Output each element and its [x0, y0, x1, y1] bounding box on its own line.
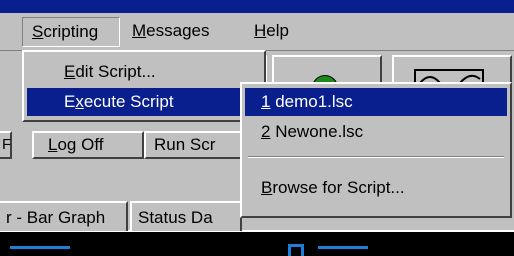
- browse-mnemonic: B: [261, 178, 273, 197]
- newone-label: Newone.lsc: [270, 122, 364, 141]
- menu-messages-mnemonic: M: [132, 21, 147, 40]
- display-glyph-fragment: [10, 246, 70, 255]
- log-off-button[interactable]: Log Off: [32, 131, 144, 159]
- submenu-item-browse[interactable]: Browse for Script...: [242, 174, 510, 202]
- execute-script-submenu: 1 demo1.lsc 2 Newone.lsc Browse for Scri…: [240, 82, 512, 218]
- run-script-button[interactable]: Run Scr: [144, 131, 254, 159]
- menu-scripting[interactable]: Scripting: [22, 17, 120, 47]
- menu-scripting-label: cripting: [43, 22, 99, 41]
- menu-help-mnemonic: H: [254, 21, 267, 40]
- tab-status-data-label: Status Da: [138, 208, 213, 227]
- submenu-item-demo1[interactable]: 1 demo1.lsc: [245, 88, 507, 116]
- browse-label: rowse for Script...: [272, 178, 405, 197]
- menu-item-edit-script[interactable]: Edit Script...: [24, 58, 264, 86]
- menu-bar: Scripting Messages Help: [0, 13, 514, 51]
- menu-messages[interactable]: Messages: [132, 17, 210, 47]
- demo1-label: demo1.lsc: [270, 92, 353, 111]
- tab-bar-graph[interactable]: r - Bar Graph: [0, 201, 128, 231]
- execute-script-pre: E: [64, 92, 76, 111]
- toolbar-button-partial[interactable]: F: [0, 131, 12, 159]
- menu-help[interactable]: Help: [254, 17, 289, 47]
- menu-help-label: elp: [266, 21, 289, 40]
- scripting-menu: Edit Script... Execute Script ▶: [22, 50, 266, 122]
- submenu-item-newone[interactable]: 2 Newone.lsc: [242, 118, 510, 146]
- display-glyph-fragment: [288, 244, 304, 256]
- menu-item-execute-script[interactable]: Execute Script ▶: [27, 88, 261, 116]
- display-glyph-fragment: [318, 246, 368, 255]
- edit-script-label: dit Script...: [75, 62, 156, 81]
- tab-status-data[interactable]: Status Da: [130, 201, 242, 231]
- log-off-label: og Off: [57, 135, 104, 154]
- menu-messages-label: essages: [146, 21, 210, 40]
- execute-script-mnemonic: x: [75, 92, 84, 111]
- tab-bar-graph-label: r - Bar Graph: [6, 208, 106, 227]
- run-script-label: Run Scr: [154, 135, 216, 154]
- submenu-separator: [248, 156, 504, 158]
- title-bar-fragment: [0, 0, 514, 13]
- execute-script-label: ecute Script: [83, 92, 174, 111]
- edit-script-mnemonic: E: [64, 62, 76, 81]
- display-panel: [0, 232, 514, 256]
- menu-scripting-mnemonic: S: [32, 22, 44, 41]
